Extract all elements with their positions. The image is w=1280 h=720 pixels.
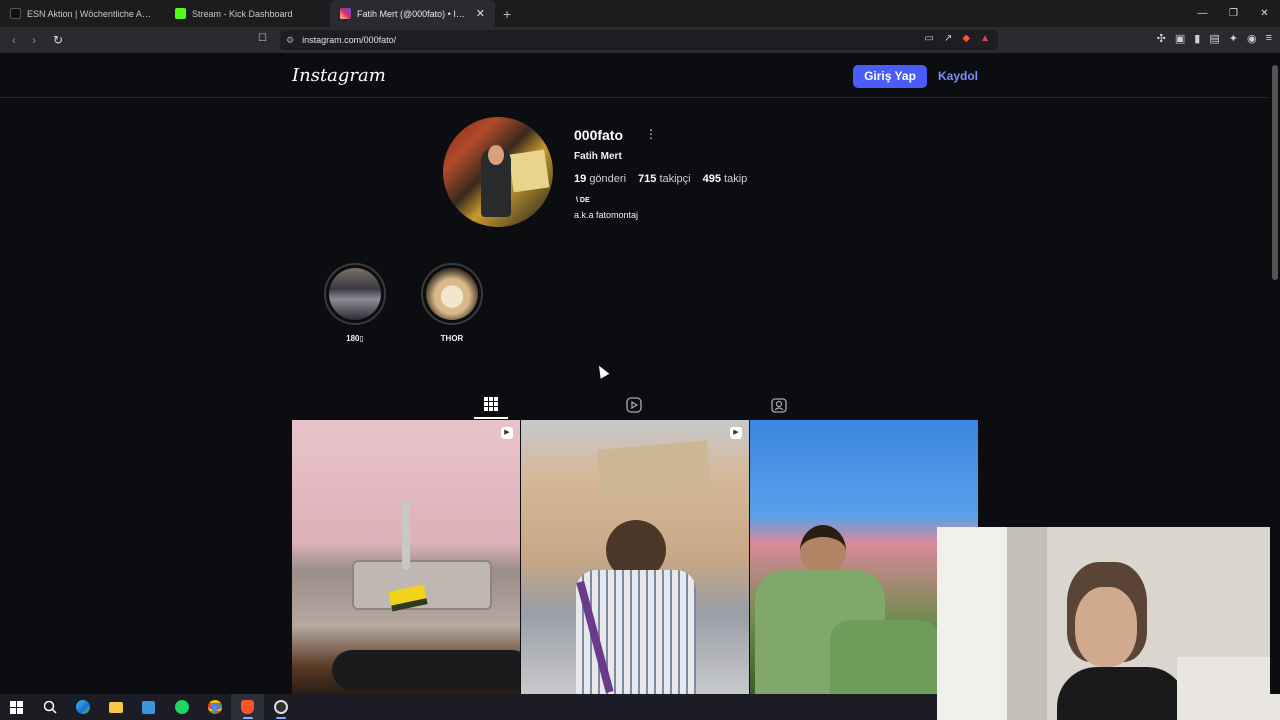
brave-rewards-icon[interactable]: ▲: [980, 33, 990, 44]
avatar-background-sign: [508, 149, 550, 193]
bio-line-1: \ DE: [576, 197, 590, 204]
highlight-label: 180▯: [346, 334, 364, 343]
following-stat[interactable]: 495 takip: [703, 173, 748, 185]
forward-icon[interactable]: ›: [24, 33, 44, 47]
profile-avatar[interactable]: [443, 117, 553, 227]
highlight-ring: [324, 263, 386, 325]
highlight-ring: [421, 263, 483, 325]
post-kitchen-sink[interactable]: ▶: [292, 420, 520, 694]
vpn-icon[interactable]: ◉: [1247, 32, 1257, 45]
story-highlight[interactable]: 180▯: [323, 263, 387, 343]
share-icon[interactable]: ↗: [944, 33, 952, 44]
spotify-icon[interactable]: [165, 694, 198, 720]
instagram-logo[interactable]: Instagram: [292, 65, 386, 86]
profile-tabs: [292, 391, 978, 419]
tab-close-icon[interactable]: ✕: [476, 7, 485, 20]
instagram-favicon-icon: [340, 8, 351, 19]
grid-icon: [484, 397, 498, 411]
scrollbar-thumb[interactable]: [1272, 65, 1278, 280]
brave-icon[interactable]: [231, 694, 264, 720]
bookmark-icon[interactable]: ☐: [258, 33, 267, 44]
leo-ai-icon[interactable]: ✦: [1229, 32, 1238, 45]
esn-favicon-icon: [10, 8, 21, 19]
posts-stat: 19 gönderi: [574, 173, 627, 185]
tab-posts-grid[interactable]: [474, 391, 508, 419]
address-bar[interactable]: ⚙ instagram.com/000fato/ ▭ ↗ ◆ ▲: [280, 30, 998, 50]
minimize-icon[interactable]: —: [1187, 0, 1218, 27]
restore-icon[interactable]: ❐: [1218, 0, 1249, 27]
edge-icon[interactable]: [66, 694, 99, 720]
followers-stat[interactable]: 715 takipçi: [638, 173, 691, 185]
post-protest-sign[interactable]: ▶: [521, 420, 749, 694]
more-options-icon[interactable]: ⋮: [645, 127, 657, 141]
posts-grid: ▶ ▶: [292, 420, 978, 694]
highlight-label: THOR: [440, 334, 464, 343]
reels-icon: [626, 397, 642, 413]
webcam-overlay: [937, 527, 1280, 720]
window-controls: — ❐ ✕: [1187, 0, 1280, 27]
close-window-icon[interactable]: ✕: [1249, 0, 1280, 27]
windows-start-icon[interactable]: [0, 694, 33, 720]
mouse-cursor: [594, 363, 610, 379]
bio-line-2: a.k.a fatomontaj: [574, 210, 639, 220]
file-explorer-icon[interactable]: [99, 694, 132, 720]
highlight-image: [426, 268, 478, 320]
browser-tab-bar: ESN Aktion | Wöchentliche Aktionen Strea…: [0, 0, 1280, 27]
tab-reels[interactable]: [617, 391, 651, 419]
app-icon[interactable]: [132, 694, 165, 720]
profile-full-name: Fatih Mert: [574, 151, 622, 162]
cast-icon[interactable]: ▭: [925, 33, 934, 44]
signup-link[interactable]: Kaydol: [938, 69, 978, 83]
sidebar-icon[interactable]: ▮: [1194, 32, 1200, 45]
wallet-icon[interactable]: ▤: [1209, 32, 1219, 45]
tagged-icon: [771, 398, 787, 413]
browser-tab-kick[interactable]: Stream - Kick Dashboard: [165, 0, 330, 27]
highlight-image: [329, 268, 381, 320]
tab-search-icon[interactable]: ▣: [1175, 32, 1185, 45]
url-text: instagram.com/000fato/: [302, 35, 397, 45]
story-highlight[interactable]: THOR: [420, 263, 484, 343]
tab-title: Stream - Kick Dashboard: [192, 8, 293, 19]
profile-stats: 19 gönderi 715 takipçi 495 takip: [574, 173, 747, 185]
site-info-icon[interactable]: ⚙: [286, 35, 294, 46]
tab-tagged[interactable]: [762, 391, 796, 419]
page-scrollbar[interactable]: [1270, 53, 1280, 694]
obs-icon[interactable]: [264, 694, 297, 720]
kick-favicon-icon: [175, 8, 186, 19]
reel-icon: ▶: [730, 427, 742, 439]
browser-tab-instagram[interactable]: Fatih Mert (@000fato) • Instagram ✕: [330, 0, 495, 27]
reload-icon[interactable]: ↻: [48, 33, 68, 47]
chrome-icon[interactable]: [198, 694, 231, 720]
avatar-face: [488, 145, 504, 165]
menu-icon[interactable]: ≡: [1266, 32, 1272, 45]
extensions-icon[interactable]: ✣: [1157, 32, 1166, 45]
new-tab-button[interactable]: +: [495, 6, 519, 22]
browser-tab-esn[interactable]: ESN Aktion | Wöchentliche Aktionen: [0, 0, 165, 27]
extensions-area: ✣ ▣ ▮ ▤ ✦ ◉ ≡: [1157, 32, 1272, 45]
login-button[interactable]: Giriş Yap: [853, 65, 927, 88]
profile-username: 000fato: [574, 127, 624, 143]
back-icon[interactable]: ‹: [4, 33, 24, 47]
tab-title: Fatih Mert (@000fato) • Instagram: [357, 8, 470, 19]
reel-icon: ▶: [501, 427, 513, 439]
search-icon[interactable]: [33, 694, 66, 720]
brave-shields-icon[interactable]: ◆: [962, 33, 970, 44]
windows-taskbar: [0, 694, 937, 720]
instagram-header: Instagram Giriş Yap Kaydol: [0, 53, 1268, 98]
tab-title: ESN Aktion | Wöchentliche Aktionen: [27, 8, 155, 19]
browser-toolbar: ‹ › ↻ ☐ ⚙ instagram.com/000fato/ ▭ ↗ ◆ ▲…: [0, 27, 1280, 53]
